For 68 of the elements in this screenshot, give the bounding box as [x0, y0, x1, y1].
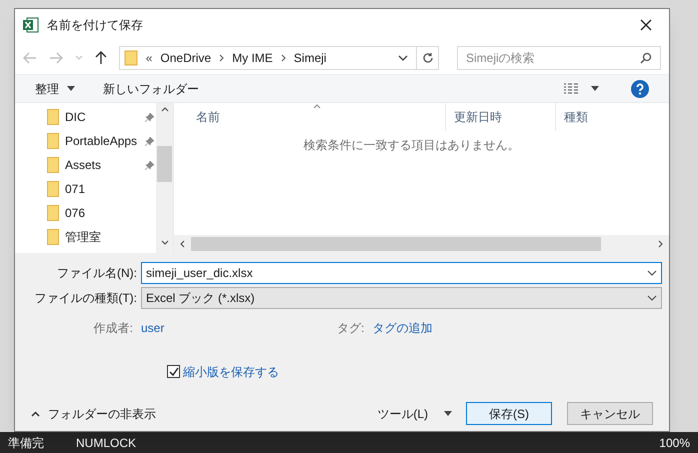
status-text: 準備完	[8, 434, 44, 452]
search-icon	[640, 52, 652, 64]
chevron-down-icon[interactable]	[160, 240, 168, 245]
column-header[interactable]: 種類	[564, 108, 588, 126]
refresh-icon	[422, 52, 434, 64]
chevron-right-icon[interactable]	[658, 240, 663, 248]
close-icon	[640, 19, 652, 32]
folder-icon	[47, 157, 59, 174]
file-type-dropdown[interactable]: Excel ブック (*.xlsx)	[141, 286, 662, 309]
folder-icon	[47, 109, 59, 126]
field-value[interactable]: user	[141, 318, 164, 337]
help-icon[interactable]	[631, 80, 649, 98]
field-label: ファイルの種類(T):	[33, 290, 138, 307]
new-folder-button[interactable]: 新しいフォルダー	[103, 80, 199, 98]
nav-item[interactable]: DIC	[47, 105, 156, 130]
status-text: NUMLOCK	[76, 434, 136, 452]
nav-item[interactable]: Assets	[47, 153, 156, 178]
view-options-icon[interactable]	[563, 82, 579, 95]
nav-item[interactable]: 076	[47, 201, 156, 226]
tools-menu[interactable]: ツール(L)	[377, 404, 452, 423]
checkbox[interactable]	[167, 365, 180, 378]
field-value[interactable]: タグの追加	[372, 318, 432, 337]
column-header[interactable]: 更新日時	[454, 108, 502, 126]
caret-icon[interactable]	[591, 86, 599, 92]
folder-icon	[47, 133, 59, 150]
search-field[interactable]: Simejiの検索	[457, 46, 661, 70]
field-label: タグ:	[337, 320, 366, 337]
empty-message: 検索条件に一致する項目はありません。	[302, 137, 520, 154]
scroll-thumb[interactable]	[191, 236, 601, 251]
caret-icon	[67, 86, 75, 92]
up-arrow-icon[interactable]	[94, 50, 107, 65]
breadcrumb[interactable]: OneDrive	[160, 48, 212, 67]
chevron-right-icon[interactable]	[280, 54, 286, 62]
checkbox-label[interactable]: 縮小版を保存する	[183, 362, 279, 381]
folder-icon	[47, 229, 59, 246]
chevron-down-icon[interactable]	[647, 270, 657, 276]
caret-icon	[444, 411, 452, 416]
spreadsheet-app-icon	[23, 17, 39, 34]
chevron-up-icon[interactable]	[160, 107, 168, 112]
organize-menu[interactable]: 整理	[35, 80, 75, 98]
chevron-right-icon[interactable]	[219, 54, 224, 62]
filename-field[interactable]: simeji_user_dic.xlsx	[141, 262, 662, 284]
window-title: 名前を付けて保存	[47, 17, 143, 34]
chevron-down-icon	[647, 294, 657, 301]
chevron-left-icon[interactable]	[180, 240, 185, 248]
vertical-scrollbar[interactable]	[156, 103, 173, 253]
nav-item[interactable]: PortableApps	[47, 129, 156, 154]
cancel-button[interactable]: キャンセル	[567, 402, 653, 426]
folder-icon	[47, 181, 59, 198]
scroll-thumb[interactable]	[157, 146, 172, 182]
field-label: ファイル名(N):	[56, 264, 138, 282]
nav-item[interactable]: 管理室	[47, 225, 156, 250]
chevron-up-icon	[31, 410, 40, 417]
breadcrumb[interactable]: Simeji	[294, 48, 326, 67]
folder-icon	[47, 205, 59, 222]
column-header[interactable]: 名前	[196, 108, 220, 126]
chevron-down-icon[interactable]	[398, 54, 408, 61]
breadcrumb[interactable]: My IME	[232, 48, 273, 67]
horizontal-scrollbar[interactable]	[174, 234, 669, 253]
nav-item[interactable]: 071	[47, 177, 156, 202]
folder-icon	[124, 50, 138, 66]
save-button[interactable]: 保存(S)	[466, 402, 552, 426]
zoom-level: 100%	[659, 434, 690, 452]
path-overflow[interactable]: «	[146, 48, 152, 67]
sort-chevron-icon	[313, 104, 321, 110]
address-bar[interactable]: « OneDrive My IME Simeji	[118, 46, 440, 70]
hide-folders-toggle[interactable]: フォルダーの非表示	[31, 404, 156, 423]
field-label: 作成者:	[92, 320, 134, 337]
